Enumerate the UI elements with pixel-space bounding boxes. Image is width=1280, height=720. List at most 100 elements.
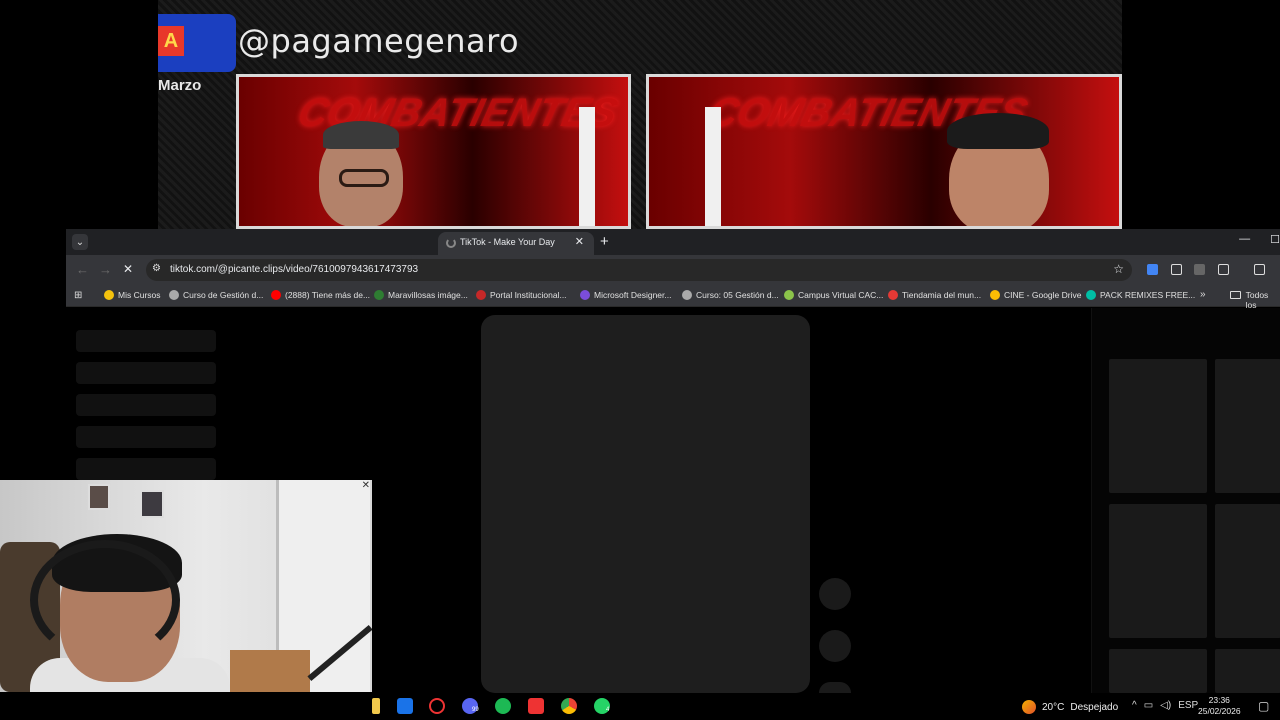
window-controls: — ☐ bbox=[1239, 233, 1280, 246]
minimize-icon[interactable]: — bbox=[1239, 233, 1250, 246]
more-bookmarks-icon[interactable]: » bbox=[1200, 289, 1206, 300]
bookmark-label: Microsoft Designer... bbox=[594, 290, 672, 300]
video-thumbnail[interactable] bbox=[1109, 359, 1207, 493]
tab-title: TikTok - Make Your Day bbox=[460, 237, 555, 247]
bookmark-label: Maravillosas imáge... bbox=[388, 290, 468, 300]
bookmark-item[interactable]: Portal Institucional... bbox=[476, 290, 567, 300]
bookmark-favicon-icon bbox=[104, 290, 114, 300]
host-hair bbox=[323, 121, 399, 149]
bookmark-item[interactable]: Campus Virtual CAC... bbox=[784, 290, 883, 300]
volume-icon[interactable]: ◁) bbox=[1160, 700, 1171, 711]
bookmark-item[interactable]: Maravillosas imáge... bbox=[374, 290, 468, 300]
tab-strip: ⌄ TikTok - Make Your Day ✕ + — ☐ bbox=[66, 229, 1280, 255]
skeleton-nav-item bbox=[76, 426, 216, 448]
clock-date: 25/02/2026 bbox=[1198, 706, 1241, 716]
video-thumbnail[interactable] bbox=[1109, 504, 1207, 638]
bookmark-favicon-icon bbox=[990, 290, 1000, 300]
studio-light bbox=[705, 107, 721, 226]
site-info-icon[interactable]: ⚙ bbox=[152, 263, 161, 274]
skeleton-nav-item bbox=[76, 330, 216, 352]
background-video: A @pagamegenaro Marzo COMBATIENTES COMBA… bbox=[158, 0, 1122, 229]
notifications-icon[interactable]: ▢ bbox=[1258, 699, 1269, 713]
video-thumbnail[interactable] bbox=[1215, 504, 1280, 638]
outlook-icon[interactable] bbox=[397, 698, 413, 714]
stop-loading-icon[interactable]: ✕ bbox=[123, 262, 133, 276]
bookmark-label: Curso de Gestión d... bbox=[183, 290, 264, 300]
webcam-overlay: ✕ bbox=[0, 480, 372, 692]
headset-icon bbox=[30, 540, 180, 660]
chevron-up-icon[interactable]: ^ bbox=[1132, 700, 1137, 711]
bookmark-label: Mis Cursos bbox=[118, 290, 161, 300]
bookmark-item[interactable]: PACK REMIXES FREE... bbox=[1086, 290, 1195, 300]
skeleton-nav-item bbox=[76, 458, 216, 480]
taskbar: 99 4 20°C Despejado ^ ▭ ◁) ESP 23:36 25/… bbox=[372, 693, 1280, 720]
close-icon[interactable]: ✕ bbox=[362, 480, 370, 491]
tab-search-icon[interactable]: ⌄ bbox=[72, 234, 88, 250]
app-icon[interactable] bbox=[528, 698, 544, 714]
skeleton-nav-item bbox=[76, 362, 216, 384]
bookmark-item[interactable]: Tiendamia del mun... bbox=[888, 290, 981, 300]
guest-hair bbox=[947, 113, 1049, 149]
bookmark-item[interactable]: Microsoft Designer... bbox=[580, 290, 671, 300]
folder-icon bbox=[1230, 291, 1241, 299]
video-panel-right: COMBATIENTES bbox=[646, 74, 1122, 229]
bookmark-item[interactable]: (2888) Tiene más de... bbox=[271, 290, 370, 300]
video-thumbnail[interactable] bbox=[1109, 649, 1207, 693]
bookmark-favicon-icon bbox=[1086, 290, 1096, 300]
file-explorer-icon[interactable] bbox=[372, 698, 380, 714]
video-player-placeholder[interactable] bbox=[481, 315, 810, 693]
extension-icon[interactable] bbox=[1171, 264, 1182, 275]
bookmark-item[interactable]: Mis Cursos bbox=[104, 290, 161, 300]
like-button-placeholder[interactable] bbox=[819, 578, 851, 610]
weather-icon bbox=[1022, 700, 1036, 714]
weather-widget[interactable]: 20°C Despejado bbox=[1022, 700, 1118, 714]
bookmark-favicon-icon bbox=[888, 290, 898, 300]
video-panel-left: COMBATIENTES bbox=[236, 74, 631, 229]
extension-icon[interactable] bbox=[1147, 264, 1158, 275]
clock[interactable]: 23:36 25/02/2026 bbox=[1198, 695, 1241, 717]
spotify-icon[interactable] bbox=[495, 698, 511, 714]
reading-list-icon[interactable] bbox=[1254, 264, 1265, 275]
bookmark-favicon-icon bbox=[682, 290, 692, 300]
close-tab-icon[interactable]: ✕ bbox=[575, 235, 584, 248]
bookmark-favicon-icon bbox=[374, 290, 384, 300]
chrome-icon[interactable] bbox=[561, 698, 577, 714]
forward-icon[interactable]: → bbox=[99, 262, 112, 277]
comment-button-placeholder[interactable] bbox=[819, 630, 851, 662]
system-tray: ^ ▭ ◁) ESP bbox=[1132, 700, 1198, 711]
tab-tiktok[interactable]: TikTok - Make Your Day ✕ bbox=[438, 232, 594, 255]
bookmark-star-icon[interactable]: ☆ bbox=[1113, 262, 1124, 276]
wall-picture bbox=[140, 490, 164, 518]
bookmark-label: Portal Institucional... bbox=[490, 290, 567, 300]
speedtest-icon[interactable] bbox=[429, 698, 445, 714]
network-icon[interactable]: ▭ bbox=[1144, 700, 1153, 711]
bookmark-label: Campus Virtual CAC... bbox=[798, 290, 884, 300]
apps-grid-icon[interactable]: ⊞ bbox=[74, 290, 82, 301]
bookmark-label: PACK REMIXES FREE... bbox=[1100, 290, 1196, 300]
wall-picture bbox=[88, 484, 110, 510]
bookmark-item[interactable]: Curso de Gestión d... bbox=[169, 290, 263, 300]
bookmark-label: (2888) Tiene más de... bbox=[285, 290, 371, 300]
related-videos-panel bbox=[1091, 308, 1280, 693]
maximize-icon[interactable]: ☐ bbox=[1270, 233, 1280, 246]
studio-light bbox=[579, 107, 595, 226]
whatsapp-badge: 4 bbox=[606, 707, 610, 713]
all-bookmarks-button[interactable]: Todos los bbox=[1230, 290, 1280, 310]
extensions-puzzle-icon[interactable] bbox=[1218, 264, 1229, 275]
share-button-placeholder[interactable] bbox=[819, 682, 851, 693]
bookmark-item[interactable]: CINE - Google Drive bbox=[990, 290, 1081, 300]
bookmark-label: Tiendamia del mun... bbox=[902, 290, 982, 300]
bookmark-item[interactable]: Curso: 05 Gestión d... bbox=[682, 290, 779, 300]
bookmark-favicon-icon bbox=[271, 290, 281, 300]
url-text[interactable]: tiktok.com/@picante.clips/video/76100979… bbox=[170, 264, 418, 275]
new-tab-icon[interactable]: + bbox=[600, 233, 609, 250]
extension-icon[interactable] bbox=[1194, 264, 1205, 275]
channel-logo: A bbox=[158, 26, 184, 56]
address-bar[interactable]: ⚙ tiktok.com/@picante.clips/video/761009… bbox=[146, 259, 1132, 281]
video-thumbnail[interactable] bbox=[1215, 359, 1280, 493]
back-icon[interactable]: ← bbox=[76, 262, 89, 277]
weather-text: Despejado bbox=[1070, 701, 1119, 713]
language-indicator[interactable]: ESP bbox=[1178, 700, 1198, 711]
video-month: Marzo bbox=[158, 77, 202, 94]
video-thumbnail[interactable] bbox=[1215, 649, 1280, 693]
